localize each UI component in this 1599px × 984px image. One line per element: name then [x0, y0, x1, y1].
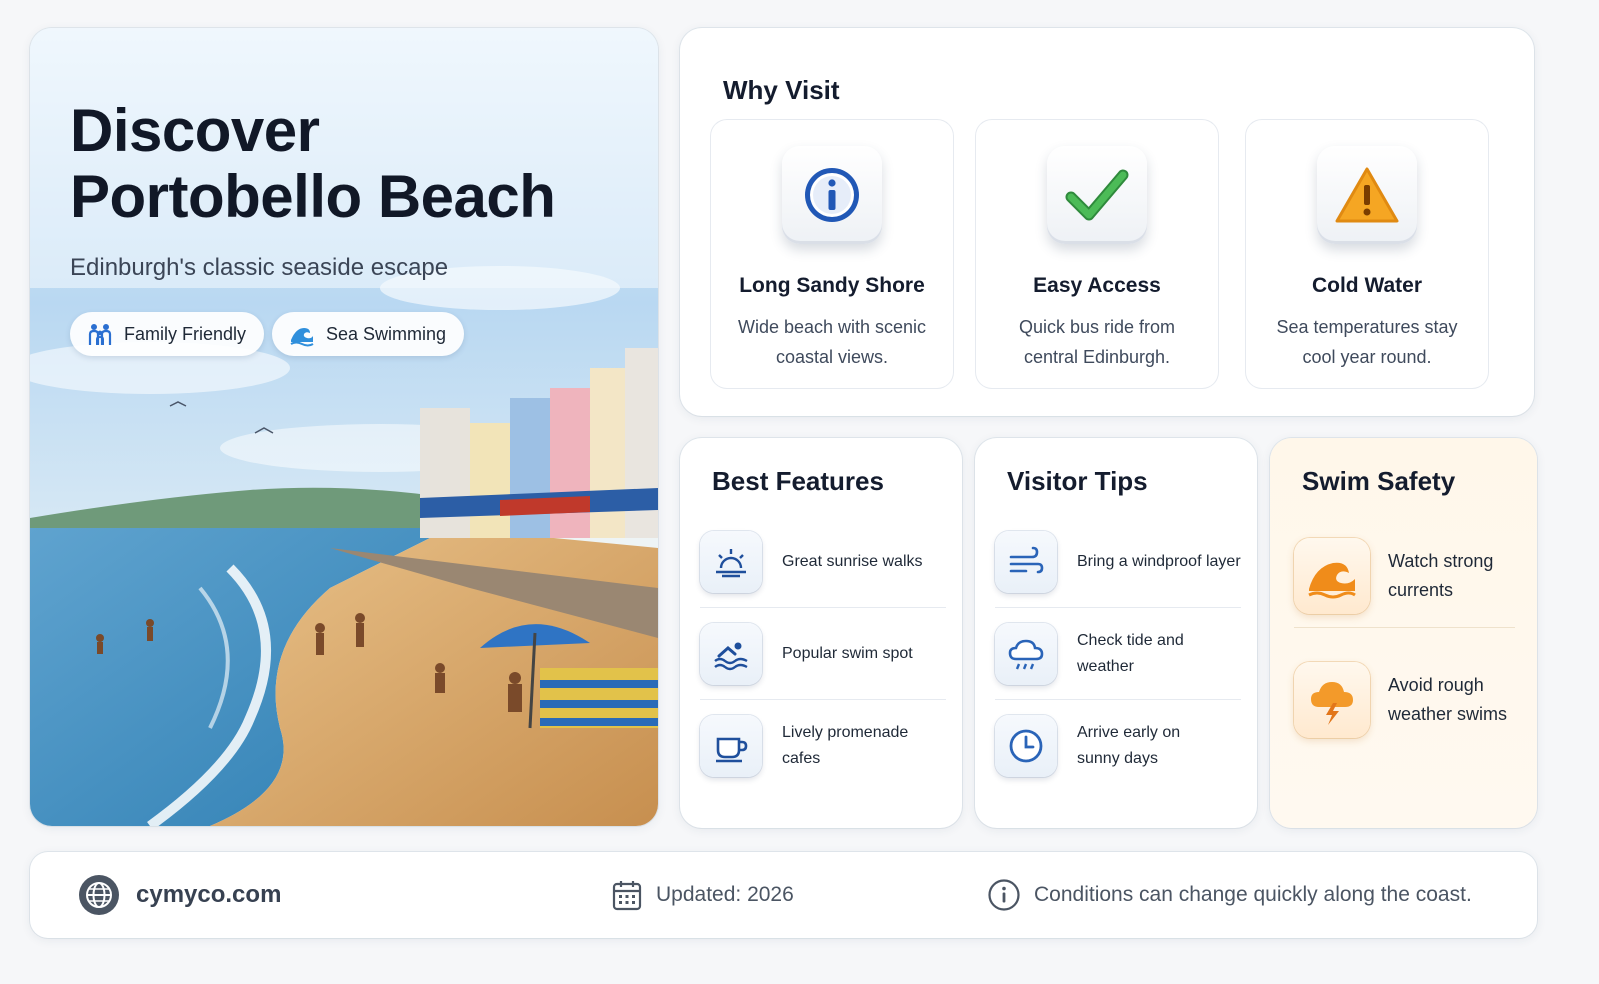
list-item-label: Avoid rough weather swims	[1388, 675, 1508, 724]
list-item: Arrive early on sunny days	[995, 700, 1241, 792]
list-item: Watch strong currents	[1294, 524, 1515, 628]
swim-safety-card: Swim Safety Watch strong currents Avoid …	[1270, 438, 1537, 828]
title-line-1: Discover	[70, 97, 320, 164]
footer-bar: cymyco.com Updated: 2026 Conditions can …	[30, 852, 1537, 938]
why-item-desc: Quick bus ride from central Edinburgh.	[1018, 317, 1176, 367]
site-name: cymyco.com	[136, 881, 282, 908]
storm-cloud-icon	[1294, 662, 1370, 738]
checkmark-icon	[1047, 146, 1147, 244]
wave-icon	[290, 328, 314, 347]
info-circle-icon	[988, 879, 1020, 911]
site-link[interactable]: cymyco.com	[78, 852, 281, 938]
list-item-label: Great sunrise walks	[782, 552, 923, 570]
title-line-2: Portobello Beach	[70, 163, 556, 230]
hero-card: Discover Portobello Beach Edinburgh's cl…	[30, 28, 658, 826]
tag-label: Sea Swimming	[326, 323, 447, 344]
wind-icon	[995, 530, 1057, 593]
list-item-label: Bring a windproof layer	[1077, 552, 1241, 570]
list-item-label: Check tide and weather	[1077, 631, 1184, 675]
why-item-cold-water: Cold Water Sea temperatures stay cool ye…	[1246, 120, 1488, 388]
globe-icon	[79, 875, 119, 915]
tag-label: Family Friendly	[124, 323, 247, 344]
list-item: Check tide and weather	[995, 608, 1241, 700]
list-item-label: Popular swim spot	[782, 644, 913, 662]
family-icon	[88, 324, 112, 345]
list-item-label: Arrive early on sunny days	[1077, 724, 1181, 767]
why-item-title: Long Sandy Shore	[739, 274, 925, 297]
section-title: Why Visit	[723, 75, 840, 105]
why-item-title: Cold Water	[1311, 274, 1423, 297]
section-title: Best Features	[712, 466, 884, 496]
list-item: Popular swim spot	[700, 608, 946, 700]
info-icon	[782, 146, 882, 244]
list-item: Avoid rough weather swims	[1294, 648, 1515, 752]
list-item: Great sunrise walks	[700, 516, 946, 608]
page-subtitle: Edinburgh's classic seaside escape	[70, 254, 449, 281]
calendar-icon	[612, 881, 642, 911]
clock-icon	[995, 715, 1057, 777]
page-title: Discover Portobello Beach	[70, 97, 556, 230]
why-item-title: Easy Access	[1033, 274, 1161, 297]
visitor-tips-card: Visitor Tips Bring a windproof layer Che…	[975, 438, 1257, 828]
swimmer-icon	[700, 622, 762, 685]
updated-text: Updated: 2026	[656, 883, 794, 906]
tag-family-friendly[interactable]: Family Friendly	[70, 312, 265, 356]
updated-info: Updated: 2026	[612, 852, 794, 938]
why-item-long-sandy-shore: Long Sandy Shore Wide beach with scenic …	[711, 120, 953, 388]
why-item-easy-access: Easy Access Quick bus ride from central …	[976, 120, 1218, 388]
why-item-desc: Wide beach with scenic coastal views.	[737, 317, 927, 367]
wave-warning-icon	[1294, 537, 1370, 614]
warning-icon	[1317, 146, 1417, 244]
best-features-card: Best Features Great sunrise walks Popula…	[680, 438, 962, 828]
why-item-desc: Sea temperatures stay cool year round.	[1276, 317, 1458, 367]
list-item: Bring a windproof layer	[995, 516, 1241, 608]
list-item-label: Lively promenade cafes	[782, 724, 909, 767]
list-item-label: Watch strong currents	[1388, 550, 1494, 600]
note-text: Conditions can change quickly along the …	[1034, 883, 1472, 906]
why-visit-card: Why Visit Long Sandy Shore Wide beach wi…	[680, 28, 1534, 416]
tag-sea-swimming[interactable]: Sea Swimming	[272, 312, 465, 356]
list-item: Lively promenade cafes	[700, 700, 946, 792]
conditions-note: Conditions can change quickly along the …	[988, 852, 1472, 938]
rain-cloud-icon	[995, 622, 1057, 685]
sunrise-icon	[700, 530, 762, 593]
section-title: Visitor Tips	[1007, 466, 1148, 496]
section-title: Swim Safety	[1302, 466, 1456, 496]
coffee-cup-icon	[700, 715, 762, 777]
